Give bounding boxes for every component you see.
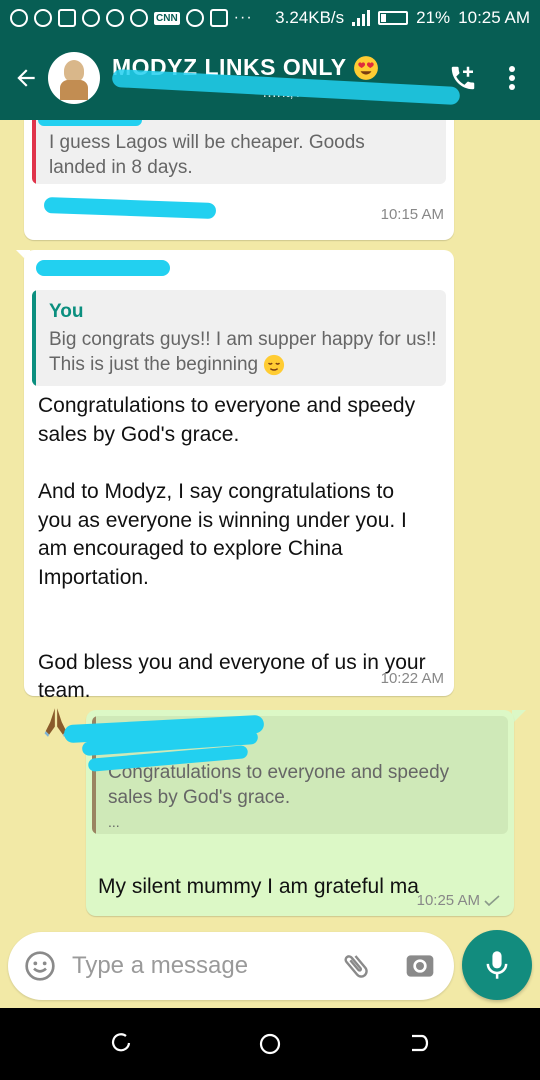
cnn-badge-icon: CNN <box>154 11 180 25</box>
quoted-author: You <box>49 301 84 322</box>
battery-percent: 21% <box>416 8 451 27</box>
sender-name-redaction <box>36 260 170 276</box>
status-bar: CNN ··· 3.24KB/s 21% 10:25 AM <box>0 0 540 36</box>
relieved-face-emoji-icon <box>264 354 285 376</box>
quoted-message[interactable]: You Big congrats guys!! I am supper happ… <box>32 290 446 386</box>
system-nav-bar <box>0 1008 540 1080</box>
message-text: My silent mummy I am grateful ma <box>98 840 498 932</box>
home-icon[interactable] <box>258 1032 282 1056</box>
droplet-icon <box>209 9 228 27</box>
group-info[interactable]: MODYZ LINKS ONLY …nt, Au… <box>111 54 461 106</box>
message-paragraph-text: God bless you and everyone of us in your… <box>38 650 426 703</box>
message-time: 10:25 AM <box>417 892 500 909</box>
notification-icons: CNN ··· <box>10 9 253 27</box>
heart-eyes-emoji-icon <box>354 56 379 81</box>
quoted-text: Congratulations to everyone and speedy s… <box>108 762 450 808</box>
missed-call-icon <box>82 9 100 27</box>
signal-icon <box>352 10 371 26</box>
microphone-icon <box>486 951 508 979</box>
quoted-text: Big congrats guys!! I am supper happy fo… <box>49 327 441 377</box>
redaction-mark <box>38 120 142 126</box>
shield-notification-icon <box>34 9 52 27</box>
group-avatar[interactable] <box>48 52 100 104</box>
emoji-picker-icon[interactable] <box>24 950 56 982</box>
single-check-icon <box>484 894 500 906</box>
message-paragraph: And to Modyz, I say congratulations to y… <box>38 480 407 589</box>
incoming-message[interactable]: I guess Lagos will be cheaper. Goods lan… <box>24 120 454 240</box>
quoted-text-content: Big congrats guys!! I am supper happy fo… <box>49 329 437 375</box>
pinterest-icon <box>185 9 204 27</box>
more-notifications-icon: ··· <box>233 9 253 26</box>
whatsapp-notification-icon <box>10 9 28 27</box>
redaction-mark <box>43 197 217 219</box>
message-body: My silent mummy I am grateful ma <box>98 875 419 898</box>
battery-icon <box>378 11 409 25</box>
message-composer[interactable]: Type a message <box>8 932 454 1000</box>
mail-notification-icon <box>58 9 76 27</box>
conversation[interactable]: I guess Lagos will be cheaper. Goods lan… <box>0 120 540 932</box>
message-time-text: 10:25 AM <box>416 892 480 909</box>
back-nav-icon[interactable] <box>408 1032 430 1054</box>
incoming-message[interactable]: You Big congrats guys!! I am supper happ… <box>24 250 454 737</box>
message-time: 10:22 AM <box>380 670 444 687</box>
attachment-icon[interactable] <box>340 950 372 982</box>
quoted-more: ... <box>108 814 120 830</box>
bubble-tail <box>512 710 526 724</box>
network-speed: 3.24KB/s <box>275 8 345 27</box>
message-time: 10:15 AM <box>380 206 444 223</box>
quoted-text: I guess Lagos will be cheaper. Goods lan… <box>49 132 365 178</box>
camera-icon[interactable] <box>404 950 436 982</box>
back-arrow-icon <box>17 69 35 87</box>
group-members-line: …nt, Au… <box>111 69 461 106</box>
message-bubble-icon <box>106 9 124 27</box>
outgoing-message[interactable]: Congratulations to everyone and speedy s… <box>63 710 514 916</box>
quote-accent-bar <box>32 120 36 184</box>
recent-apps-icon[interactable] <box>110 1032 132 1054</box>
clock: 10:25 AM <box>458 8 530 27</box>
fire-icon <box>130 9 148 27</box>
quote-accent-bar <box>32 290 36 386</box>
more-options-icon[interactable] <box>508 65 516 91</box>
voice-message-button[interactable] <box>462 930 532 1000</box>
quoted-message[interactable]: I guess Lagos will be cheaper. Goods lan… <box>32 120 446 184</box>
message-paragraph: Congratulations to everyone and speedy s… <box>38 394 416 446</box>
chat-header: MODYZ LINKS ONLY …nt, Au… <box>0 36 540 120</box>
back-button[interactable] <box>6 36 46 120</box>
message-input[interactable]: Type a message <box>72 952 248 980</box>
